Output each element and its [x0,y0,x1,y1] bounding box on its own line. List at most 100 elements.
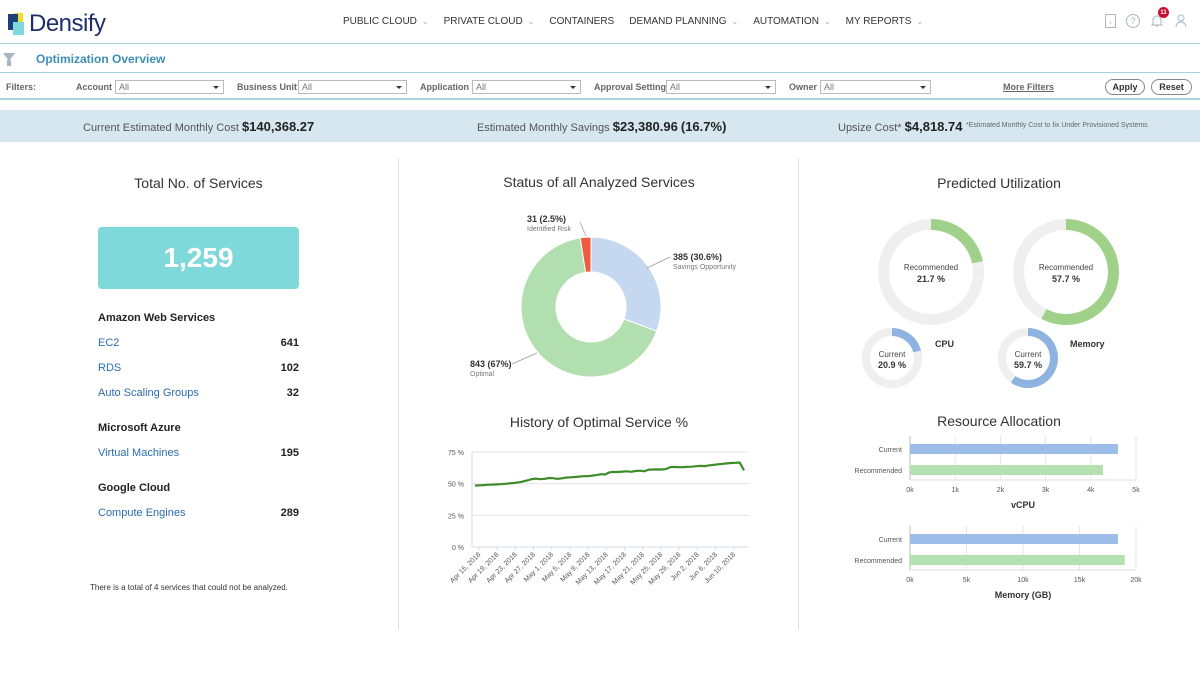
chevron-down-icon: ⌄ [731,17,739,26]
user-icon[interactable] [1174,13,1188,29]
gauge-value-label: 20.9 % [878,360,906,370]
reset-button[interactable]: Reset [1151,79,1192,95]
service-link-compute-engines[interactable]: Compute Engines [98,507,185,519]
provider-azure: Microsoft Azure [98,422,181,434]
document-download-icon[interactable]: ↓ [1105,14,1116,28]
service-row[interactable]: Virtual Machines 195 [98,447,299,459]
x-tick-label: 0k [906,487,914,494]
filter-owner-label: Owner [789,82,818,92]
nav-item-my-reports[interactable]: MY REPORTS ⌄ [846,16,923,27]
gauge-cpu-recommended-arc[interactable] [931,219,983,264]
nav-item-containers[interactable]: CONTAINERS [549,16,614,27]
filter-application-select[interactable]: All [472,80,581,94]
donut-slice-savings-opportunity[interactable] [590,236,662,332]
filter-toggle-icon[interactable] [3,53,15,66]
savings-percent: (16.7%) [680,119,727,134]
x-tick-label: 20k [1130,577,1142,584]
nav-item-label: PUBLIC CLOUD [343,16,417,27]
top-navigation-bar: Densify PUBLIC CLOUD ⌄ PRIVATE CLOUD ⌄ CONTA… [0,0,1200,44]
total-services-count[interactable]: 1,259 [98,227,299,289]
page-title: Optimization Overview [36,52,166,66]
service-count: 102 [280,362,299,374]
slice-name-label: Optimal [470,371,495,378]
savings-label: Estimated Monthly Savings [477,122,610,134]
service-link-auto-scaling-groups[interactable]: Auto Scaling Groups [98,387,199,399]
dropdown-arrow-icon [570,86,576,89]
more-filters-link[interactable]: More Filters [1003,82,1054,92]
service-count: 195 [280,447,299,459]
x-tick-label: Apr 15, 2018 [449,551,482,584]
filter-business-unit-select[interactable]: All [298,80,407,94]
service-row[interactable]: RDS 102 [98,362,299,374]
filter-business-unit-label: Business Unit [237,82,298,92]
slice-connector [579,221,587,237]
nav-item-private-cloud[interactable]: PRIVATE CLOUD ⌄ [444,16,535,27]
service-link-virtual-machines[interactable]: Virtual Machines [98,447,179,459]
cpu-label: CPU [935,339,954,349]
y-tick-label: 50 % [448,482,464,489]
gauge-value-label: 21.7 % [917,274,945,284]
slice-value-label: 385 (30.6%) [673,252,722,262]
gauge-kind-label: Recommended [1039,263,1093,272]
service-count: 289 [280,507,299,519]
slice-name-label: Identified Risk [527,226,571,233]
x-tick-label: 5k [1132,487,1140,494]
filter-approval-setting-value: All [670,82,681,92]
apply-button[interactable]: Apply [1105,79,1145,95]
current-cost: Current Estimated Monthly Cost $140,368.… [83,119,314,134]
optimal-percent-line[interactable] [474,461,745,487]
title-bar: Optimization Overview [0,45,1200,73]
bell-icon[interactable]: 11 [1150,7,1169,29]
utility-icons: ↓ ? 11 [1105,7,1188,29]
filter-bar: Filters: Account All Business Unit All A… [0,74,1200,100]
filter-business-unit-value: All [302,82,313,92]
upsize-label: Upsize Cost* [838,122,902,134]
chevron-down-icon: ⌄ [421,17,429,26]
slice-value-label: 31 (2.5%) [527,214,566,224]
nav-item-public-cloud[interactable]: PUBLIC CLOUD ⌄ [343,16,429,27]
bar-recommended[interactable] [910,555,1125,565]
nav-item-label: MY REPORTS [845,16,912,27]
column-divider [798,158,799,630]
logo-text: Densify [29,10,106,37]
y-tick-label: 0 % [452,545,464,552]
filter-account-select[interactable]: All [115,80,224,94]
slice-value-label: 843 (67%) [470,359,512,369]
service-row[interactable]: Auto Scaling Groups 32 [98,387,299,399]
densify-logo[interactable]: Densify [8,10,106,38]
main-nav: PUBLIC CLOUD ⌄ PRIVATE CLOUD ⌄ CONTAINERS DEM… [343,16,938,27]
bar-current[interactable] [910,444,1118,454]
service-row[interactable]: EC2 641 [98,337,299,349]
x-tick-label: 0k [906,577,914,584]
x-tick-label: 4k [1087,487,1095,494]
unanalyzed-note: There is a total of 4 services that coul… [90,583,288,592]
chevron-down-icon: ⌄ [527,17,535,26]
utilization-gauges: Recommended21.7 %Current20.9 %Recommende… [862,219,1119,388]
logo-icon [8,13,26,35]
history-line-chart: 0 %25 %50 %75 %Apr 15, 2018Apr 19, 2018A… [448,450,749,586]
history-chart-title: History of Optimal Service % [509,414,689,430]
upsize-value: $4,818.74 [904,119,963,134]
x-tick-label: 2k [997,487,1005,494]
service-link-rds[interactable]: RDS [98,362,121,374]
current-cost-value: $140,368.27 [241,119,315,134]
slice-connector [646,256,671,269]
service-link-ec2[interactable]: EC2 [98,337,119,349]
gauge-cpu-current-arc[interactable] [892,328,922,353]
filter-account-value: All [119,82,130,92]
help-icon[interactable]: ? [1126,14,1140,28]
bar-current[interactable] [910,534,1118,544]
nav-item-demand-planning[interactable]: DEMAND PLANNING ⌄ [629,16,738,27]
gauge-memory-recommended-arc[interactable] [1041,219,1119,325]
chevron-down-icon: ⌄ [916,17,924,26]
filter-approval-setting-select[interactable]: All [666,80,776,94]
cost-summary-strip: Current Estimated Monthly Cost $140,368.… [0,110,1200,142]
filter-owner-select[interactable]: All [820,80,931,94]
bar-recommended[interactable] [910,465,1104,475]
notification-badge: 11 [1158,7,1169,18]
x-tick-label: 10k [1017,577,1029,584]
y-tick-label: 25 % [448,513,464,520]
nav-item-label: CONTAINERS [549,16,615,27]
service-row[interactable]: Compute Engines 289 [98,507,299,519]
nav-item-automation[interactable]: AUTOMATION ⌄ [753,16,830,27]
